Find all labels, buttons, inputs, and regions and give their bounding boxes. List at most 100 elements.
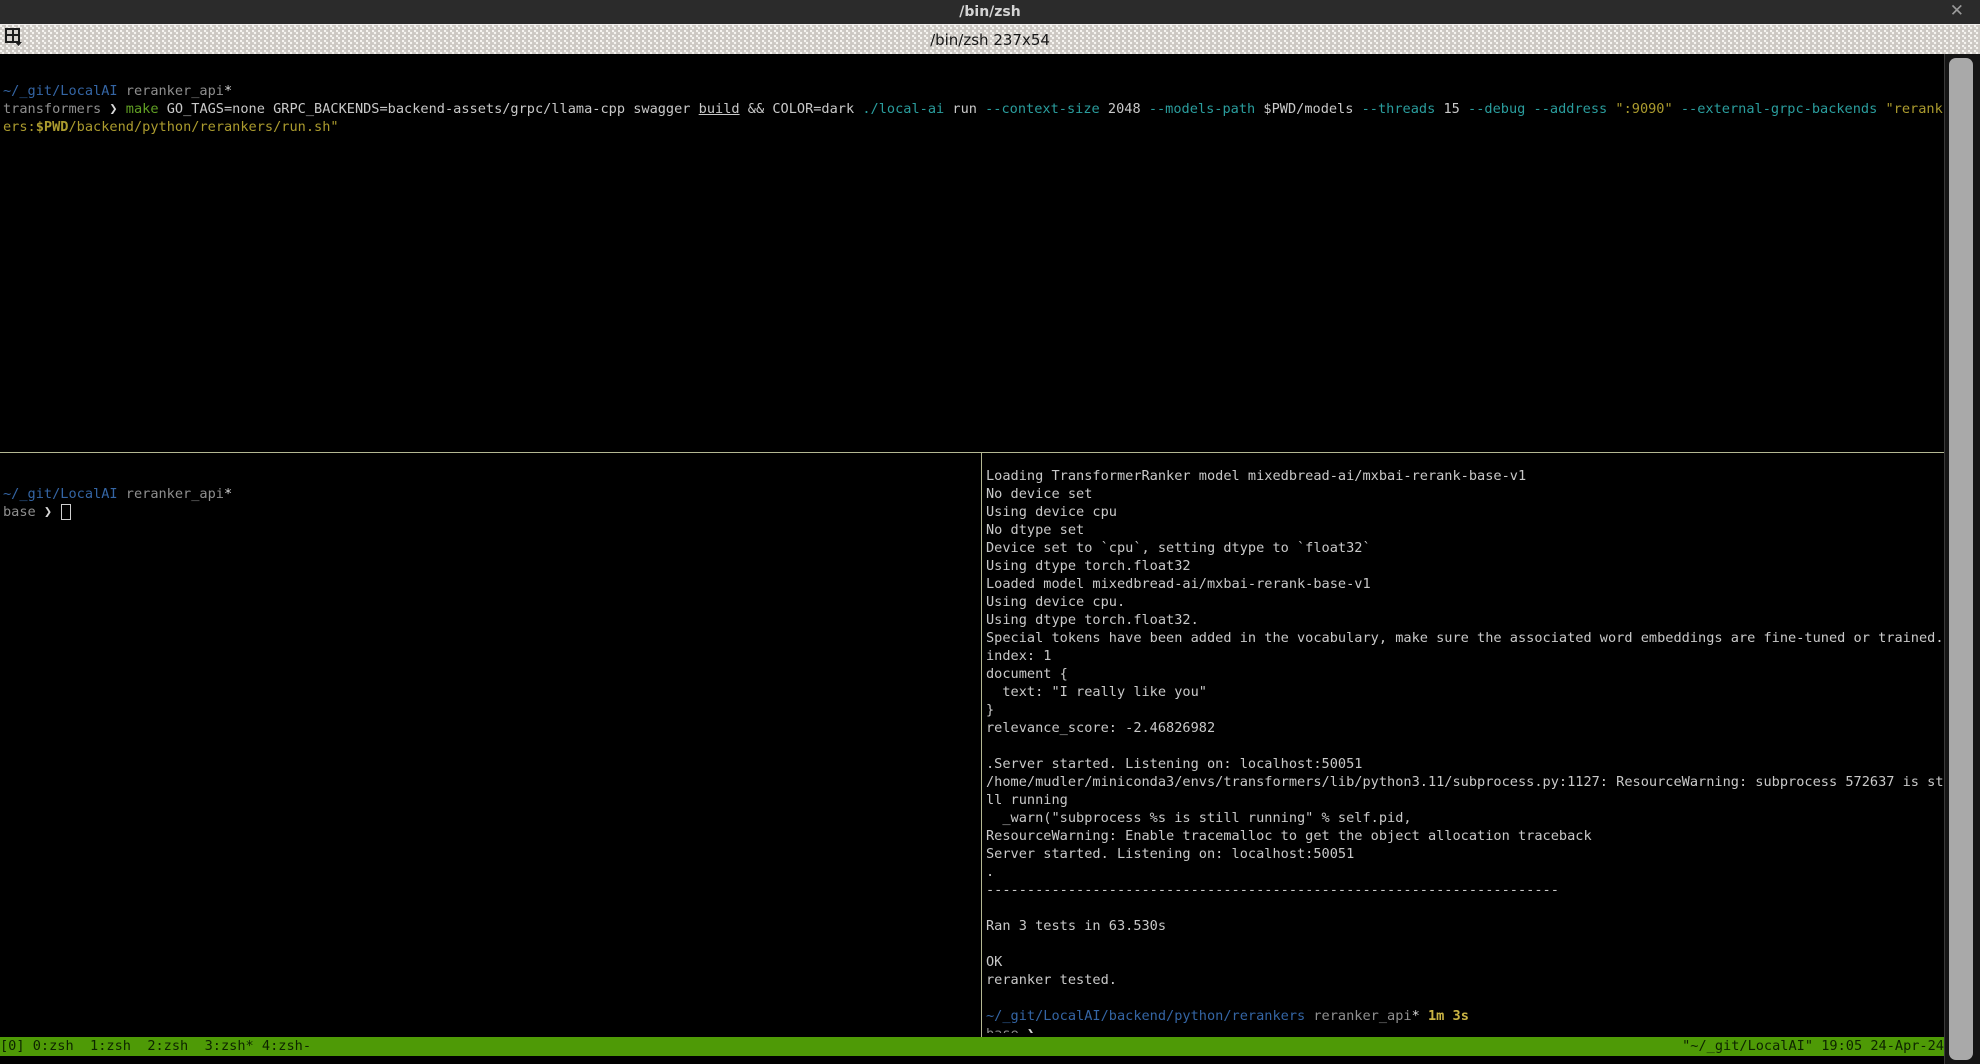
terminal-text-segment: run bbox=[944, 101, 985, 117]
terminal-text-segment: ./local-ai bbox=[862, 101, 944, 117]
terminal-line: OK bbox=[986, 953, 1944, 971]
terminal-line: Using dtype torch.float32 bbox=[986, 557, 1944, 575]
terminal-line: } bbox=[986, 701, 1944, 719]
terminal-text-segment: ~/_git/LocalAI bbox=[3, 486, 118, 502]
terminal-text-segment: Using dtype torch.float32 bbox=[986, 558, 1191, 574]
terminal-text-segment: _warn("subprocess %s is still running" %… bbox=[986, 810, 1412, 826]
scrollbar-thumb[interactable] bbox=[1949, 58, 1973, 1060]
terminal-line bbox=[986, 935, 1944, 953]
terminal-text-segment: No device set bbox=[986, 486, 1092, 502]
terminal-text-segment: $PWD bbox=[36, 119, 69, 135]
terminal-line: Ran 3 tests in 63.530s bbox=[986, 917, 1944, 935]
terminal-text-segment: Using dtype torch.float32. bbox=[986, 612, 1199, 628]
terminal-line: ll running bbox=[986, 791, 1944, 809]
terminal-line: ----------------------------------------… bbox=[986, 881, 1944, 899]
terminal-line bbox=[986, 989, 1944, 1007]
terminal-text-segment: Using device cpu bbox=[986, 504, 1117, 520]
window-title: /bin/zsh bbox=[959, 4, 1020, 20]
terminal-text-segment: reranker_api bbox=[126, 83, 224, 99]
terminal-line bbox=[3, 64, 1944, 82]
terminal-text-segment: ll running bbox=[986, 792, 1068, 808]
terminal-text-segment: transformers bbox=[3, 101, 109, 117]
terminal-text-segment: GO_TAGS=none GRPC_BACKENDS=backend-asset… bbox=[167, 101, 699, 117]
terminal-text-segment bbox=[1420, 1008, 1428, 1024]
close-icon[interactable]: ✕ bbox=[1950, 1, 1964, 21]
terminal-text-segment: /backend/python/rerankers/run.sh" bbox=[69, 119, 339, 135]
scrollbar-track[interactable] bbox=[1944, 54, 1980, 1064]
terminal-line: reranker tested. bbox=[986, 971, 1944, 989]
terminal-line bbox=[986, 737, 1944, 755]
terminal-line: . bbox=[986, 863, 1944, 881]
terminal-line: ~/_git/LocalAI/backend/python/rerankers … bbox=[986, 1007, 1944, 1025]
tmux-pane-top[interactable]: ~/_git/LocalAI reranker_api* transformers… bbox=[3, 64, 1944, 454]
tmux-pane-bottom-left[interactable]: ~/_git/LocalAI reranker_api*base ❯ bbox=[3, 467, 973, 1033]
terminal-line: Loaded model mixedbread-ai/mxbai-rerank-… bbox=[986, 575, 1944, 593]
tab-label: /bin/zsh 237x54 bbox=[930, 31, 1050, 49]
terminal-text-segment: "rerank bbox=[1885, 101, 1942, 117]
terminal-text-segment: Device set to `cpu`, setting dtype to `f… bbox=[986, 540, 1371, 556]
terminal-line: Server started. Listening on: localhost:… bbox=[986, 845, 1944, 863]
terminal-text-segment: Ran 3 tests in 63.530s bbox=[986, 918, 1166, 934]
terminal-text-segment: --threads bbox=[1362, 101, 1436, 117]
terminal-text-segment: ~/_git/LocalAI bbox=[3, 83, 118, 99]
terminal-text-segment: ❯ bbox=[109, 101, 125, 117]
terminal-screen[interactable]: ~/_git/LocalAI reranker_api*transformers… bbox=[0, 54, 1980, 1064]
terminal-line: ers:$PWD/backend/python/rerankers/run.sh… bbox=[3, 118, 1944, 136]
terminal-text-segment: $PWD/models bbox=[1255, 101, 1361, 117]
terminal-text-segment: reranker tested. bbox=[986, 972, 1117, 988]
terminal-text-segment: 15 bbox=[1435, 101, 1468, 117]
terminal-tabbar[interactable]: /bin/zsh 237x54 bbox=[0, 24, 1980, 55]
terminal-text-segment: ers: bbox=[3, 119, 36, 135]
terminal-text-segment: ❯ bbox=[1027, 1026, 1035, 1033]
window-menu-icon[interactable] bbox=[5, 28, 23, 50]
terminal-text-segment: ResourceWarning: Enable tracemalloc to g… bbox=[986, 828, 1592, 844]
terminal-line: Using dtype torch.float32. bbox=[986, 611, 1944, 629]
terminal-text-segment: --external-grpc-backends bbox=[1681, 101, 1877, 117]
terminal-text-segment bbox=[118, 83, 126, 99]
terminal-text-segment: --models-path bbox=[1149, 101, 1255, 117]
terminal-cursor bbox=[61, 504, 71, 520]
terminal-line: _warn("subprocess %s is still running" %… bbox=[986, 809, 1944, 827]
terminal-text-segment: text: "I really like you" bbox=[986, 684, 1207, 700]
terminal-text-segment: base bbox=[986, 1026, 1027, 1033]
terminal-text-segment: Loaded model mixedbread-ai/mxbai-rerank-… bbox=[986, 576, 1371, 592]
terminal-text-segment: Using device cpu. bbox=[986, 594, 1125, 610]
terminal-text-segment: && COLOR=dark bbox=[740, 101, 863, 117]
terminal-text-segment bbox=[1525, 101, 1533, 117]
terminal-text-segment: } bbox=[986, 702, 994, 718]
terminal-text-segment: . bbox=[986, 864, 994, 880]
terminal-text-segment: ":9090" bbox=[1615, 101, 1672, 117]
terminal-text-segment: build bbox=[699, 101, 740, 117]
terminal-line: Using device cpu. bbox=[986, 593, 1944, 611]
terminal-text-segment: --context-size bbox=[985, 101, 1100, 117]
terminal-line bbox=[3, 467, 973, 485]
terminal-text-segment bbox=[1673, 101, 1681, 117]
terminal-line: ResourceWarning: Enable tracemalloc to g… bbox=[986, 827, 1944, 845]
terminal-line: No dtype set bbox=[986, 521, 1944, 539]
terminal-line: text: "I really like you" bbox=[986, 683, 1944, 701]
terminal-text-segment: * bbox=[224, 83, 232, 99]
terminal-line: relevance_score: -2.46826982 bbox=[986, 719, 1944, 737]
terminal-line: ~/_git/LocalAI reranker_api* bbox=[3, 485, 973, 503]
terminal-text-segment: 1m 3s bbox=[1428, 1008, 1469, 1024]
terminal-text-segment: reranker_api bbox=[1313, 1008, 1411, 1024]
tmux-status-bar: [0] 0:zsh 1:zsh 2:zsh 3:zsh* 4:zsh- "~/_… bbox=[0, 1037, 1944, 1056]
terminal-text-segment: document { bbox=[986, 666, 1068, 682]
terminal-text-segment: /home/mudler/miniconda3/envs/transformer… bbox=[986, 774, 1944, 790]
tmux-window-list[interactable]: [0] 0:zsh 1:zsh 2:zsh 3:zsh* 4:zsh- bbox=[0, 1037, 311, 1056]
terminal-line: Using device cpu bbox=[986, 503, 1944, 521]
tmux-pane-border-horizontal[interactable] bbox=[0, 452, 1944, 453]
terminal-text-segment: ❯ bbox=[44, 504, 60, 520]
terminal-line: .Server started. Listening on: localhost… bbox=[986, 755, 1944, 773]
terminal-text-segment: Server started. Listening on: localhost:… bbox=[986, 846, 1354, 862]
terminal-text-segment: --debug bbox=[1468, 101, 1525, 117]
terminal-text-segment: * bbox=[224, 486, 232, 502]
tmux-pane-border-vertical[interactable] bbox=[981, 452, 982, 1037]
terminal-text-segment: relevance_score: -2.46826982 bbox=[986, 720, 1215, 736]
terminal-text-segment: No dtype set bbox=[986, 522, 1084, 538]
terminal-line: index: 1 bbox=[986, 647, 1944, 665]
terminal-line: document { bbox=[986, 665, 1944, 683]
tmux-pane-bottom-right[interactable]: Loading TransformerRanker model mixedbre… bbox=[986, 467, 1944, 1033]
terminal-text-segment: reranker_api bbox=[126, 486, 224, 502]
terminal-text-segment: .Server started. Listening on: localhost… bbox=[986, 756, 1362, 772]
